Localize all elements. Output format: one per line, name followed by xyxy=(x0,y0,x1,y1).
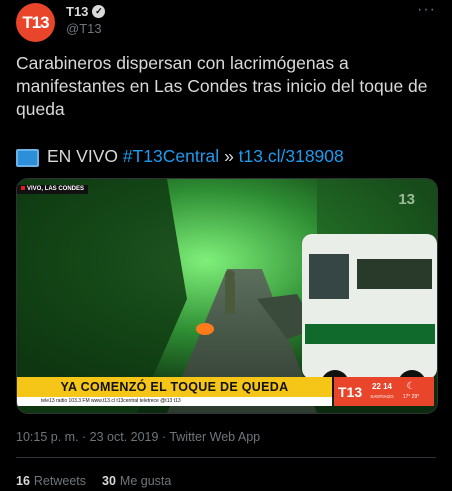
avatar[interactable]: T13 xyxy=(16,3,55,42)
tweet-stats: 16 Retweets 30 Me gusta xyxy=(16,474,171,488)
retweets-stat[interactable]: 16 Retweets xyxy=(16,474,86,488)
live-location-tag: VIVO, LAS CONDES xyxy=(17,185,89,194)
likes-label: Me gusta xyxy=(119,474,172,488)
account-handle[interactable]: @T13 xyxy=(66,21,102,36)
channel-logo: T13 xyxy=(338,383,363,400)
moon-icon: ☾ xyxy=(406,380,416,392)
tweet-text: Carabineros dispersan con lacrimógenas a… xyxy=(16,53,428,119)
arrow-glyph: » xyxy=(224,146,234,166)
hashtag-link[interactable]: #T13Central xyxy=(123,145,219,168)
news-banner: YA COMENZÓ EL TOQUE DE QUEDA xyxy=(17,377,332,397)
channel-brand-box: T13 22 14 SANTIAGO ☾ 17° 29° xyxy=(334,377,434,406)
weather: ☾ 17° 29° xyxy=(396,380,426,402)
tweet-media-image[interactable]: VIVO, LAS CONDES 13 YA COMENZÓ EL TOQUE … xyxy=(16,178,438,414)
clock: 22 14 SANTIAGO xyxy=(368,382,396,401)
tweet-live-line: EN VIVO #T13Central » t13.cl/318908 xyxy=(16,145,441,168)
url-link[interactable]: t13.cl/318908 xyxy=(239,145,344,168)
more-options-icon[interactable]: ··· xyxy=(417,1,436,19)
news-ticker: tele13 radio 103.3 FM www.t13.cl t13cent… xyxy=(17,397,332,406)
divider xyxy=(16,457,436,458)
clock-city: SANTIAGO xyxy=(370,394,394,399)
live-prefix: EN VIVO xyxy=(47,146,118,166)
account-name[interactable]: T13 xyxy=(66,4,88,19)
retweets-count: 16 xyxy=(16,474,30,488)
tweet-timestamp[interactable]: 10:15 p. m. · 23 oct. 2019 · Twitter Web… xyxy=(16,430,260,444)
television-icon xyxy=(16,148,39,167)
clock-time: 22 14 xyxy=(371,382,393,391)
weather-temps: 17° 29° xyxy=(402,393,420,400)
retweets-label: Retweets xyxy=(33,474,87,488)
account-name-row: T13 ✓ xyxy=(66,4,106,19)
verified-badge-icon: ✓ xyxy=(92,5,106,18)
likes-count: 30 xyxy=(102,474,116,488)
channel-watermark: 13 xyxy=(398,191,415,208)
likes-stat[interactable]: 30 Me gusta xyxy=(102,474,171,488)
